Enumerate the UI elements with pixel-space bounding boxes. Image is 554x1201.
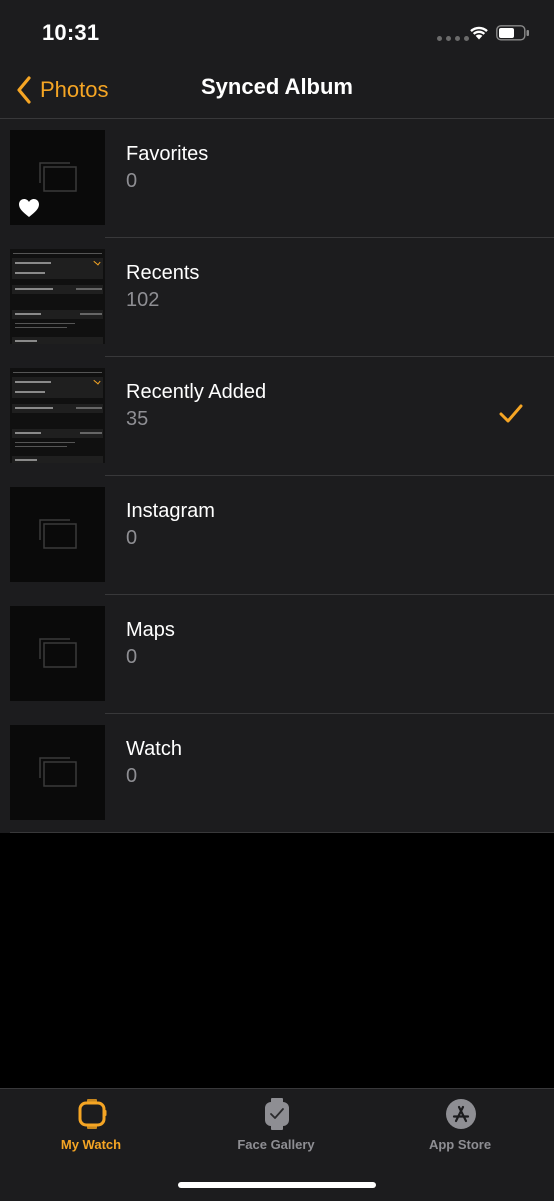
album-thumbnail [10,249,105,344]
tab-label: My Watch [60,1137,122,1152]
checkmark-icon [499,404,523,423]
navigation-bar: Photos Synced Album [0,60,554,119]
album-placeholder-icon [39,162,77,192]
watch-face-icon [265,1098,289,1130]
watch-icon [78,1099,107,1129]
album-count: 0 [126,765,138,787]
page-title: Synced Album [201,74,353,99]
tab-app-store[interactable]: App Store [385,1089,535,1169]
status-bar: 10:31 [0,0,554,60]
signal-icon [437,36,469,41]
row-separator [10,832,554,833]
album-row-maps[interactable]: Maps 0 [0,595,554,714]
album-row-instagram[interactable]: Instagram 0 [0,476,554,595]
album-placeholder-icon [39,757,77,787]
album-thumbnail [10,606,105,701]
album-thumbnail [10,368,105,463]
album-count: 0 [126,646,138,668]
album-thumbnail [10,487,105,582]
home-indicator[interactable] [178,1182,376,1188]
tab-label: Face Gallery [237,1137,315,1152]
album-name: Favorites [126,143,209,165]
album-count: 35 [126,408,149,430]
battery-icon [496,25,529,41]
album-thumbnail [10,130,105,225]
album-name: Recently Added [126,381,267,403]
album-row-recently-added[interactable]: Recently Added 35 [0,357,554,476]
settings-screenshot-thumbnail [10,368,105,463]
album-placeholder-icon [39,519,77,549]
wifi-icon [470,26,488,40]
heart-icon [19,199,39,217]
album-row-favorites[interactable]: Favorites 0 [0,119,554,238]
album-name: Recents [126,262,200,284]
tab-label: App Store [428,1137,492,1152]
album-thumbnail [10,725,105,820]
album-count: 0 [126,170,138,192]
album-count: 0 [126,527,138,549]
tab-face-gallery[interactable]: Face Gallery [201,1089,351,1169]
settings-screenshot-thumbnail [10,249,105,344]
status-time: 10:31 [42,20,100,45]
album-placeholder-icon [39,638,77,668]
album-name: Maps [126,619,175,641]
album-count: 102 [126,289,160,311]
album-row-watch[interactable]: Watch 0 [0,714,554,833]
album-list: Favorites 0 Recents 102 Recently Added 3… [0,119,554,833]
app-store-icon [446,1099,476,1129]
tab-my-watch[interactable]: My Watch [16,1089,166,1169]
album-row-recents[interactable]: Recents 102 [0,238,554,357]
album-name: Watch [126,738,182,760]
album-name: Instagram [126,500,215,522]
